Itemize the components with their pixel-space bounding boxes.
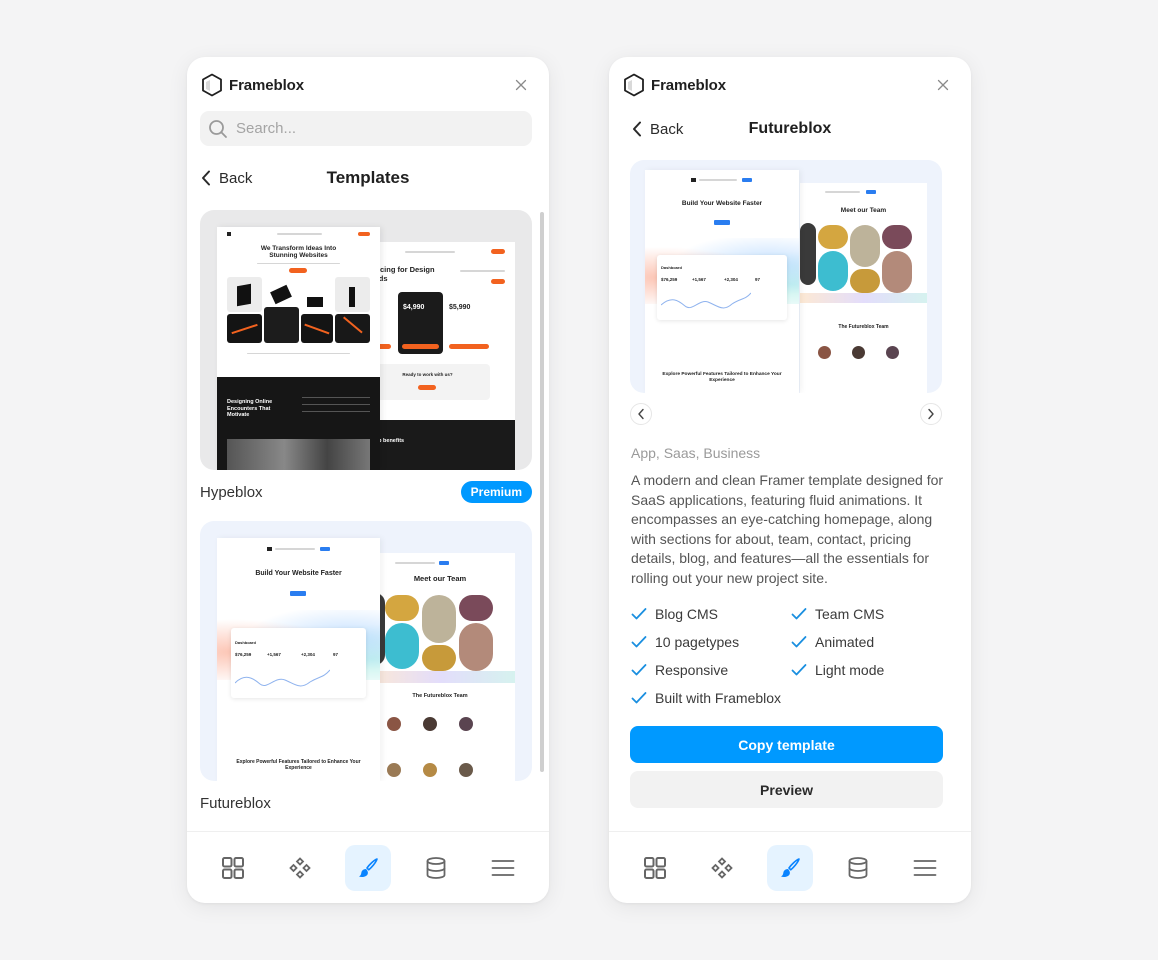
brush-icon (358, 857, 378, 877)
panel-header: Frameblox (623, 71, 957, 99)
back-label: Back (650, 120, 684, 138)
feature-item: Animated (791, 632, 951, 651)
check-icon (631, 635, 647, 647)
check-icon (631, 691, 647, 703)
preview-button[interactable]: Preview (630, 771, 943, 808)
template-detail-panel: Frameblox Back Futureblox Meet our Team … (609, 57, 971, 903)
template-thumbnail-futureblox[interactable]: Meet our Team The Futureblox Team Build … (200, 521, 532, 781)
chevron-left-icon (633, 121, 641, 137)
chevron-left-icon (638, 408, 644, 420)
template-thumbnail-hypeblox[interactable]: r Pricing for Design Needs $4,990 $5,990… (200, 210, 532, 470)
close-button[interactable] (511, 75, 531, 95)
search-input[interactable] (236, 120, 496, 137)
feature-item: Team CMS (791, 604, 951, 623)
mock-page-home: Build Your Website Faster Dashboard $76,… (217, 538, 380, 781)
back-button[interactable]: Back (201, 170, 252, 187)
database-icon (426, 856, 445, 879)
nav-templates-button[interactable] (344, 844, 391, 891)
components-icon (289, 856, 312, 879)
grid-icon (643, 856, 666, 879)
feature-item: Blog CMS (631, 604, 791, 623)
template-meta: Futureblox (200, 781, 532, 825)
back-label: Back (219, 169, 253, 187)
search-icon (209, 119, 227, 138)
bottom-nav (187, 831, 549, 903)
template-description: A modern and clean Framer template desig… (631, 472, 944, 586)
mock-page-home: We Transform Ideas Into Stunning Website… (217, 227, 380, 470)
frameblox-logo-icon (202, 73, 222, 97)
check-icon (791, 635, 807, 647)
title-row: Back Templates (201, 166, 535, 190)
menu-icon (491, 859, 515, 876)
carousel-prev-button[interactable] (630, 403, 652, 425)
brush-icon (780, 857, 800, 877)
template-name: Hypeblox (200, 483, 263, 501)
mock-page-home: Build Your Website Faster Dashboard $76,… (645, 170, 799, 393)
feature-item: 10 pagetypes (631, 632, 791, 651)
check-icon (791, 607, 807, 619)
scrollbar[interactable] (540, 212, 544, 772)
mock-hero-title: We Transform Ideas Into Stunning Website… (260, 245, 337, 260)
grid-icon (221, 856, 244, 879)
nav-data-button[interactable] (413, 845, 459, 891)
database-icon (848, 856, 867, 879)
template-tags: App, Saas, Business (631, 445, 761, 461)
template-preview-carousel[interactable]: Meet our Team The Futureblox Team Build … (630, 160, 942, 393)
nav-menu-button[interactable] (902, 845, 948, 891)
nav-grid-button[interactable] (210, 845, 256, 891)
mock-page-team: Meet our Team The Futureblox Team (800, 183, 927, 393)
chevron-left-icon (202, 170, 210, 186)
feature-item: Light mode (791, 660, 951, 679)
search-field[interactable] (200, 111, 532, 146)
premium-badge: Premium (460, 481, 532, 503)
feature-list: Blog CMS Team CMS 10 pagetypes Animated … (631, 604, 951, 707)
template-meta: Hypeblox Premium (200, 470, 532, 514)
mock-page-team: Meet our Team The Futureblox Team (365, 553, 515, 781)
nav-menu-button[interactable] (480, 845, 526, 891)
menu-icon (913, 859, 937, 876)
components-icon (711, 856, 734, 879)
frameblox-logo-icon (624, 73, 644, 97)
nav-components-button[interactable] (699, 845, 745, 891)
template-name: Futureblox (200, 794, 271, 812)
brand-name: Frameblox (651, 76, 726, 94)
copy-template-button[interactable]: Copy template (630, 726, 943, 763)
check-icon (791, 663, 807, 675)
template-card[interactable]: r Pricing for Design Needs $4,990 $5,990… (200, 210, 532, 514)
brand-name: Frameblox (229, 76, 304, 94)
close-button[interactable] (933, 75, 953, 95)
close-icon (515, 79, 527, 91)
nav-grid-button[interactable] (632, 845, 678, 891)
templates-panel: Frameblox Back Templates r Pricing for D… (187, 57, 549, 903)
carousel-next-button[interactable] (920, 403, 942, 425)
check-icon (631, 663, 647, 675)
bottom-nav (609, 831, 971, 903)
template-card[interactable]: Meet our Team The Futureblox Team Build … (200, 521, 532, 825)
nav-data-button[interactable] (835, 845, 881, 891)
nav-components-button[interactable] (277, 845, 323, 891)
close-icon (937, 79, 949, 91)
chevron-right-icon (928, 408, 934, 420)
feature-item: Built with Frameblox (631, 688, 951, 707)
template-list: r Pricing for Design Needs $4,990 $5,990… (200, 210, 532, 831)
panel-header: Frameblox (201, 71, 535, 99)
feature-item: Responsive (631, 660, 791, 679)
nav-templates-button[interactable] (766, 844, 813, 891)
mock-pricing-card-dark: $4,990 (398, 292, 443, 354)
back-button[interactable]: Back (632, 121, 683, 138)
check-icon (631, 607, 647, 619)
mock-page-pricing: r Pricing for Design Needs $4,990 $5,990… (365, 242, 515, 470)
title-row: Back Futureblox (632, 117, 948, 141)
